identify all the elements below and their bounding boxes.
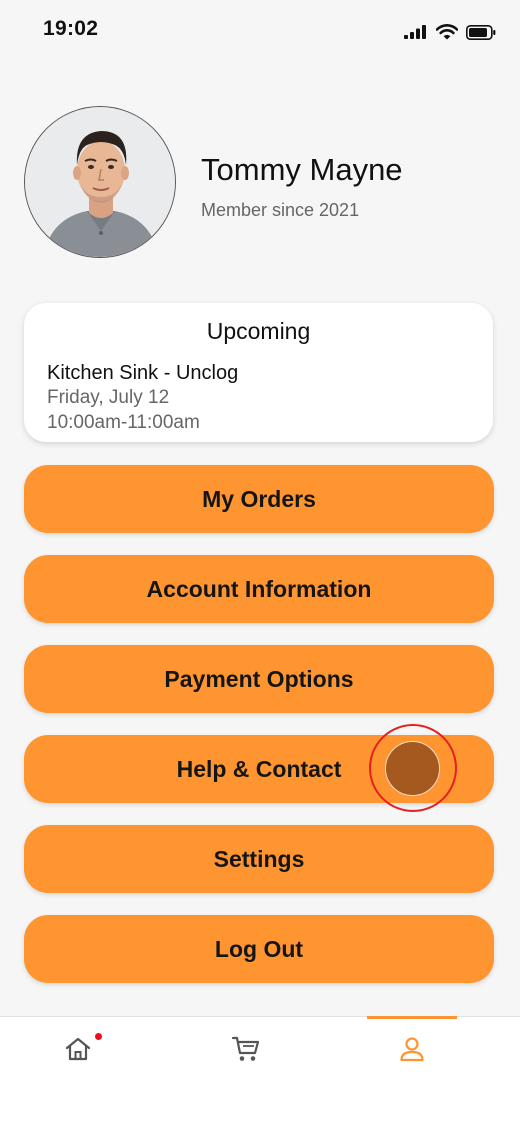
bottom-nav	[0, 1016, 520, 1126]
member-since-text: Member since 2021	[201, 200, 360, 220]
upcoming-date: Friday, July 12	[47, 387, 170, 408]
home-icon	[65, 1037, 91, 1061]
profile-icon	[400, 1037, 424, 1062]
profile-photo	[25, 107, 175, 257]
upcoming-card[interactable]: Upcoming Kitchen Sink - Unclog Friday, J…	[24, 303, 493, 442]
status-bar: 19:02	[0, 0, 520, 60]
payment-options-button[interactable]: Payment Options	[24, 645, 494, 713]
nav-cart[interactable]	[201, 1017, 291, 1081]
upcoming-service: Kitchen Sink - Unclog	[47, 362, 239, 384]
log-out-button[interactable]: Log Out	[24, 915, 494, 983]
notification-dot	[95, 1033, 102, 1040]
status-time: 19:02	[43, 17, 99, 40]
status-icons	[404, 22, 496, 42]
account-information-button[interactable]: Account Information	[24, 555, 494, 623]
nav-profile[interactable]	[367, 1016, 457, 1081]
upcoming-title: Upcoming	[206, 318, 311, 344]
avatar[interactable]	[24, 106, 176, 258]
settings-button[interactable]: Settings	[24, 825, 494, 893]
upcoming-time: 10:00am-11:00am	[47, 412, 200, 433]
cart-icon	[231, 1036, 260, 1061]
active-tab-indicator	[367, 1016, 457, 1019]
touch-indicator-dot	[385, 741, 440, 796]
my-orders-button[interactable]: My Orders	[24, 465, 494, 533]
battery-icon	[466, 24, 496, 40]
nav-home[interactable]	[33, 1017, 123, 1081]
profile-name: Tommy Mayne	[201, 152, 403, 187]
signal-icon	[404, 25, 426, 39]
wifi-icon	[436, 24, 458, 40]
